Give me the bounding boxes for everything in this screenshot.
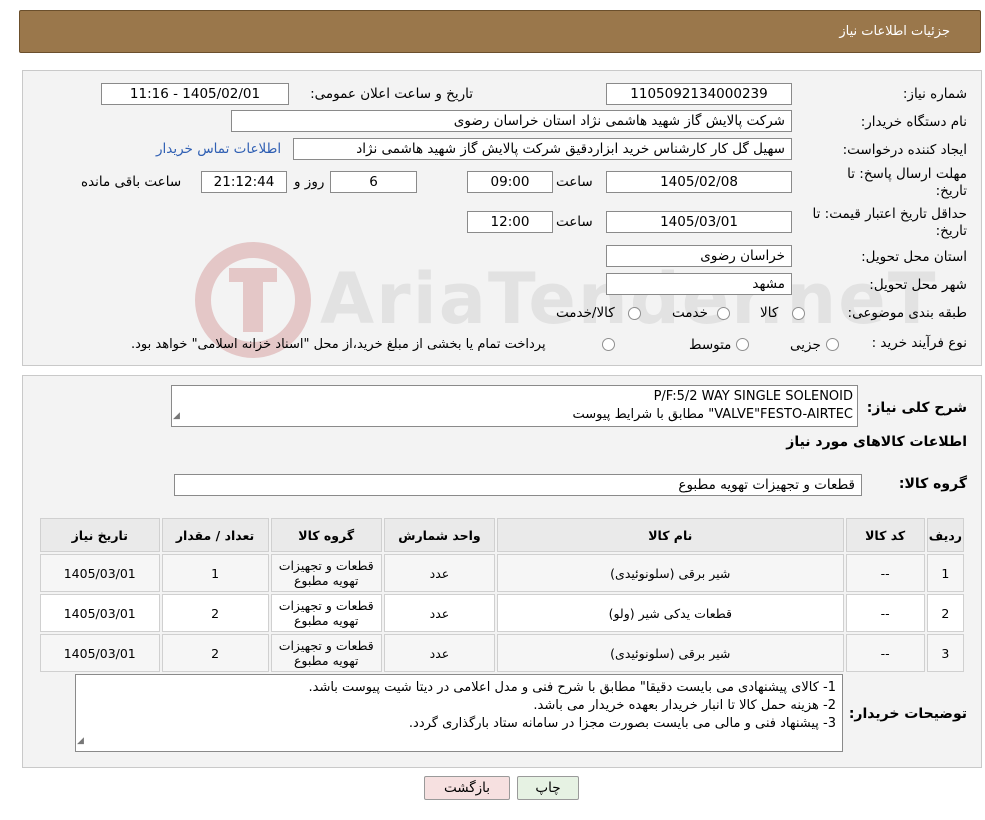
print-button[interactable]: چاپ — [517, 776, 579, 800]
creator-field: سهیل گل کار کارشناس خرید ابزاردقیق شرکت … — [293, 138, 792, 160]
purchase-radio-medium[interactable] — [736, 338, 749, 351]
summary-textarea: P/F:5/2 WAY SINGLE SOLENOID VALVE"FESTO-… — [171, 385, 858, 427]
col-header-date: تاریخ نیاز — [40, 518, 160, 552]
cell-name: قطعات یدکی شیر (ولو) — [497, 594, 844, 632]
remaining-days-field: 6 — [330, 171, 417, 193]
creator-label: ایجاد کننده درخواست: — [842, 142, 967, 158]
cell-unit: عدد — [383, 594, 496, 632]
cell-date: 1405/03/01 — [40, 634, 160, 672]
cell-code: -- — [845, 594, 925, 632]
purchase-radio-treasury[interactable] — [602, 338, 615, 351]
city-label: شهر محل تحویل: — [869, 277, 967, 293]
col-header-unit: واحد شمارش — [383, 518, 496, 552]
buyer-org-field: شرکت پالایش گاز شهید هاشمی نژاد استان خر… — [231, 110, 792, 132]
category-option-service: خدمت — [672, 305, 708, 321]
summary-line-2: VALVE"FESTO-AIRTEC" مطابق با شرایط پیوست — [572, 407, 853, 422]
note-line: 3- پیشنهاد فنی و مالی می بایست بصورت مجز… — [408, 716, 836, 731]
announce-field: 1405/02/01 - 11:16 — [101, 83, 289, 105]
resize-handle-icon[interactable]: ◢ — [77, 732, 84, 750]
items-table: ردیف کد کالا نام کالا واحد شمارش گروه کا… — [38, 516, 966, 674]
note-line: 1- کالای پیشنهادی می بایست دقیقا" مطابق … — [308, 680, 836, 695]
cell-quantity: 2 — [161, 594, 269, 632]
goods-group-field: قطعات و تجهیزات تهویه مطبوع — [174, 474, 862, 496]
notes-textarea: 1- کالای پیشنهادی می بایست دقیقا" مطابق … — [75, 674, 843, 752]
table-header-row: ردیف کد کالا نام کالا واحد شمارش گروه کا… — [40, 518, 964, 552]
cell-group: قطعات و تجهیزات تهویه مطبوع — [270, 554, 382, 592]
days-label: روز و — [294, 174, 325, 190]
cell-quantity: 2 — [161, 634, 269, 672]
contact-info-link[interactable]: اطلاعات تماس خریدار — [156, 141, 281, 157]
items-table-wrap: ردیف کد کالا نام کالا واحد شمارش گروه کا… — [38, 516, 966, 674]
need-number-field: 1105092134000239 — [606, 83, 792, 105]
goods-group-label: گروه کالا: — [898, 476, 967, 492]
province-label: استان محل تحویل: — [861, 249, 967, 265]
page-title: جزئیات اطلاعات نیاز — [839, 24, 950, 39]
province-field: خراسان رضوی — [606, 245, 792, 267]
remaining-time-field: 21:12:44 — [201, 171, 287, 193]
summary-label: شرح کلی نیاز: — [866, 400, 967, 416]
purchase-option-minor: جزیی — [790, 337, 821, 353]
cell-row-num: 2 — [926, 594, 964, 632]
cell-group: قطعات و تجهیزات تهویه مطبوع — [270, 594, 382, 632]
purchase-note: پرداخت تمام یا بخشی از مبلغ خرید،از محل … — [131, 337, 546, 352]
remaining-label: ساعت باقی مانده — [81, 174, 182, 190]
notes-label: توضیحات خریدار: — [848, 706, 967, 722]
buyer-org-label: نام دستگاه خریدار: — [860, 114, 967, 130]
deadline-date-field: 1405/02/08 — [606, 171, 792, 193]
validity-label-date: تاریخ: — [935, 223, 967, 239]
purchase-type-label: نوع فرآیند خرید : — [871, 335, 967, 351]
col-header-name: نام کالا — [497, 518, 844, 552]
cell-unit: عدد — [383, 554, 496, 592]
category-radio-goods[interactable] — [792, 307, 805, 320]
deadline-time-field: 09:00 — [467, 171, 553, 193]
category-option-goods: کالا — [760, 305, 779, 321]
category-option-goods-service: کالا/خدمت — [556, 305, 615, 321]
cell-name: شیر برقی (سلونوئیدی) — [497, 634, 844, 672]
announce-label: تاریخ و ساعت اعلان عمومی: — [310, 86, 473, 102]
page-header: جزئیات اطلاعات نیاز — [19, 10, 981, 53]
table-row: 2 -- قطعات یدکی شیر (ولو) عدد قطعات و تج… — [40, 594, 964, 632]
cell-group: قطعات و تجهیزات تهویه مطبوع — [270, 634, 382, 672]
table-row: 3 -- شیر برقی (سلونوئیدی) عدد قطعات و تج… — [40, 634, 964, 672]
cell-row-num: 3 — [926, 634, 964, 672]
col-header-group: گروه کالا — [270, 518, 382, 552]
cell-code: -- — [845, 634, 925, 672]
city-field: مشهد — [606, 273, 792, 295]
col-header-row-num: ردیف — [926, 518, 964, 552]
deadline-label: مهلت ارسال پاسخ: تا — [847, 166, 967, 182]
cell-code: -- — [845, 554, 925, 592]
need-number-label: شماره نیاز: — [902, 86, 967, 102]
validity-date-field: 1405/03/01 — [606, 211, 792, 233]
resize-handle-icon[interactable]: ◢ — [173, 407, 180, 425]
cell-name: شیر برقی (سلونوئیدی) — [497, 554, 844, 592]
category-radio-goods-service[interactable] — [628, 307, 641, 320]
validity-label: حداقل تاریخ اعتبار قیمت: تا — [812, 206, 967, 222]
goods-section-title: اطلاعات کالاهای مورد نیاز — [786, 434, 967, 450]
back-button[interactable]: بازگشت — [424, 776, 510, 800]
table-row: 1 -- شیر برقی (سلونوئیدی) عدد قطعات و تج… — [40, 554, 964, 592]
note-line: 2- هزینه حمل کالا تا انبار خریدار بعهده … — [533, 698, 836, 713]
summary-line-1: P/F:5/2 WAY SINGLE SOLENOID — [653, 389, 853, 404]
watermark-text: AriaTender.neT — [320, 258, 938, 340]
deadline-time-label: ساعت — [556, 174, 593, 190]
validity-time-field: 12:00 — [467, 211, 553, 233]
col-header-code: کد کالا — [845, 518, 925, 552]
purchase-option-medium: متوسط — [689, 337, 732, 353]
cell-unit: عدد — [383, 634, 496, 672]
validity-time-label: ساعت — [556, 214, 593, 230]
purchase-radio-minor[interactable] — [826, 338, 839, 351]
cell-date: 1405/03/01 — [40, 594, 160, 632]
cell-row-num: 1 — [926, 554, 964, 592]
cell-quantity: 1 — [161, 554, 269, 592]
category-radio-service[interactable] — [717, 307, 730, 320]
deadline-label-date: تاریخ: — [935, 183, 967, 199]
col-header-quantity: تعداد / مقدار — [161, 518, 269, 552]
category-label: طبقه بندی موضوعی: — [847, 305, 967, 321]
cell-date: 1405/03/01 — [40, 554, 160, 592]
